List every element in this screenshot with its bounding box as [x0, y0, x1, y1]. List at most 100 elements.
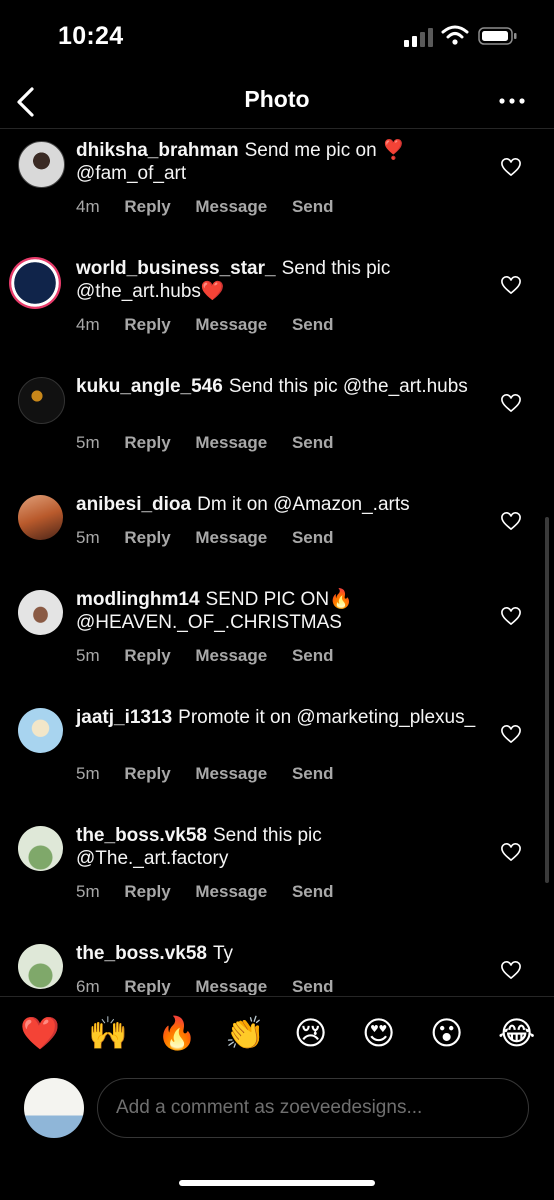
comment-text: the_boss.vk58 Send this pic @The._art.fac… — [76, 824, 476, 870]
heart-icon[interactable] — [500, 842, 522, 862]
heart-icon[interactable] — [500, 511, 522, 531]
message-button[interactable]: Message — [195, 977, 267, 995]
comment-username[interactable]: dhiksha_brahman — [76, 140, 239, 161]
send-button[interactable]: Send — [292, 977, 334, 995]
cellular-signal-icon — [404, 28, 433, 47]
comment-time: 5m — [76, 764, 100, 783]
avatar[interactable] — [18, 708, 63, 753]
send-button[interactable]: Send — [292, 764, 334, 784]
comment-item: kuku_angle_546 Send this pic @the_art.hub… — [0, 365, 554, 483]
comment-item: dhiksha_brahman Send me pic on ❣️ @fam_of… — [0, 129, 554, 247]
avatar[interactable] — [18, 141, 65, 188]
heart-icon[interactable] — [500, 393, 522, 413]
comment-item: the_boss.vk58 Ty 6m Reply Message Send — [0, 932, 554, 995]
comment-username[interactable]: anibesi_dioa — [76, 494, 191, 515]
reaction-crying-emoji[interactable]: 😢 — [294, 1015, 327, 1051]
comment-actions: 4m Reply Message Send — [76, 315, 354, 335]
comments-list[interactable]: dhiksha_brahman Send me pic on ❣️ @fam_of… — [0, 129, 554, 995]
reply-button[interactable]: Reply — [124, 646, 170, 666]
comment-actions: 5m Reply Message Send — [76, 528, 354, 548]
comment-username[interactable]: jaatj_i1313 — [76, 707, 172, 728]
heart-icon[interactable] — [500, 157, 522, 177]
comment-actions: 5m Reply Message Send — [76, 764, 354, 784]
heart-icon[interactable] — [500, 960, 522, 980]
message-button[interactable]: Message — [195, 528, 267, 548]
comment-item: world_business_star_ Send this pic @the_a… — [0, 247, 554, 365]
reply-button[interactable]: Reply — [124, 528, 170, 548]
message-button[interactable]: Message — [195, 433, 267, 453]
comment-username[interactable]: world_business_star_ — [76, 258, 276, 279]
send-button[interactable]: Send — [292, 882, 334, 902]
message-button[interactable]: Message — [195, 197, 267, 217]
comment-username[interactable]: modlinghm14 — [76, 589, 200, 610]
comment-text: world_business_star_ Send this pic @the_a… — [76, 257, 476, 303]
send-button[interactable]: Send — [292, 528, 334, 548]
avatar[interactable] — [9, 257, 61, 309]
avatar — [24, 1078, 84, 1138]
comment-time: 5m — [76, 882, 100, 901]
comment-time: 5m — [76, 646, 100, 665]
send-button[interactable]: Send — [292, 646, 334, 666]
comment-item: jaatj_i1313 Promote it on @marketing_plex… — [0, 696, 554, 814]
comment-username[interactable]: the_boss.vk58 — [76, 825, 207, 846]
comment-time: 5m — [76, 433, 100, 452]
comment-time: 6m — [76, 977, 100, 995]
send-button[interactable]: Send — [292, 433, 334, 453]
reply-button[interactable]: Reply — [124, 433, 170, 453]
comment-text: jaatj_i1313 Promote it on @marketing_plex… — [76, 706, 476, 729]
header: Photo — [0, 76, 554, 129]
comment-text: dhiksha_brahman Send me pic on ❣️ @fam_of… — [76, 139, 476, 185]
avatar[interactable] — [18, 826, 63, 871]
comment-body: Ty — [212, 943, 234, 964]
avatar[interactable] — [18, 590, 63, 635]
reaction-fire-emoji[interactable]: 🔥 — [157, 1015, 197, 1051]
reaction-bar: ❤️ 🙌 🔥 👏 😢 😍 😮 😂 — [0, 996, 554, 1073]
reply-button[interactable]: Reply — [124, 882, 170, 902]
reaction-raised-hands-emoji[interactable]: 🙌 — [88, 1015, 128, 1051]
comment-username[interactable]: kuku_angle_546 — [76, 376, 223, 397]
reaction-clap-emoji[interactable]: 👏 — [225, 1015, 265, 1051]
reaction-surprised-emoji[interactable]: 😮 — [430, 1015, 463, 1051]
heart-icon[interactable] — [500, 275, 522, 295]
comment-actions: 5m Reply Message Send — [76, 646, 354, 666]
avatar[interactable] — [18, 377, 65, 424]
comment-body: Send this pic @the_art.hubs — [228, 376, 468, 397]
comment-username[interactable]: the_boss.vk58 — [76, 943, 207, 964]
heart-icon[interactable] — [500, 724, 522, 744]
heart-icon[interactable] — [500, 606, 522, 626]
comment-item: the_boss.vk58 Send this pic @The._art.fac… — [0, 814, 554, 932]
comment-actions: 6m Reply Message Send — [76, 977, 354, 995]
comment-time: 4m — [76, 315, 100, 334]
reaction-heart-eyes-emoji[interactable]: 😍 — [362, 1015, 395, 1051]
comment-actions: 4m Reply Message Send — [76, 197, 354, 217]
avatar[interactable] — [18, 495, 63, 540]
message-button[interactable]: Message — [195, 646, 267, 666]
comment-text: anibesi_dioa Dm it on @Amazon_.arts — [76, 493, 476, 516]
message-button[interactable]: Message — [195, 764, 267, 784]
reply-button[interactable]: Reply — [124, 977, 170, 995]
send-button[interactable]: Send — [292, 315, 334, 335]
status-bar: 10:24 — [0, 0, 554, 76]
comment-time: 4m — [76, 197, 100, 216]
comment-body: Dm it on @Amazon_.arts — [197, 494, 410, 515]
wifi-icon — [441, 25, 469, 45]
comment-text: modlinghm14 SEND PIC ON🔥 @HEAVEN._OF_.CHR… — [76, 588, 476, 634]
status-time: 10:24 — [58, 22, 124, 50]
reply-button[interactable]: Reply — [124, 197, 170, 217]
send-button[interactable]: Send — [292, 197, 334, 217]
reaction-heart-emoji[interactable]: ❤️ — [20, 1015, 60, 1051]
reply-button[interactable]: Reply — [124, 315, 170, 335]
scrollbar[interactable] — [545, 517, 549, 883]
home-indicator[interactable] — [179, 1180, 375, 1186]
reaction-laughing-emoji[interactable]: 😂 — [498, 1015, 535, 1051]
comment-body: Promote it on @marketing_plexus_ — [178, 707, 476, 728]
comment-text: the_boss.vk58 Ty — [76, 942, 476, 965]
comment-input[interactable] — [97, 1078, 529, 1138]
message-button[interactable]: Message — [195, 315, 267, 335]
reply-button[interactable]: Reply — [124, 764, 170, 784]
comment-text: kuku_angle_546 Send this pic @the_art.hub… — [76, 375, 476, 398]
avatar[interactable] — [18, 944, 63, 989]
message-button[interactable]: Message — [195, 882, 267, 902]
comment-actions: 5m Reply Message Send — [76, 433, 354, 453]
more-options-button[interactable] — [492, 86, 532, 116]
